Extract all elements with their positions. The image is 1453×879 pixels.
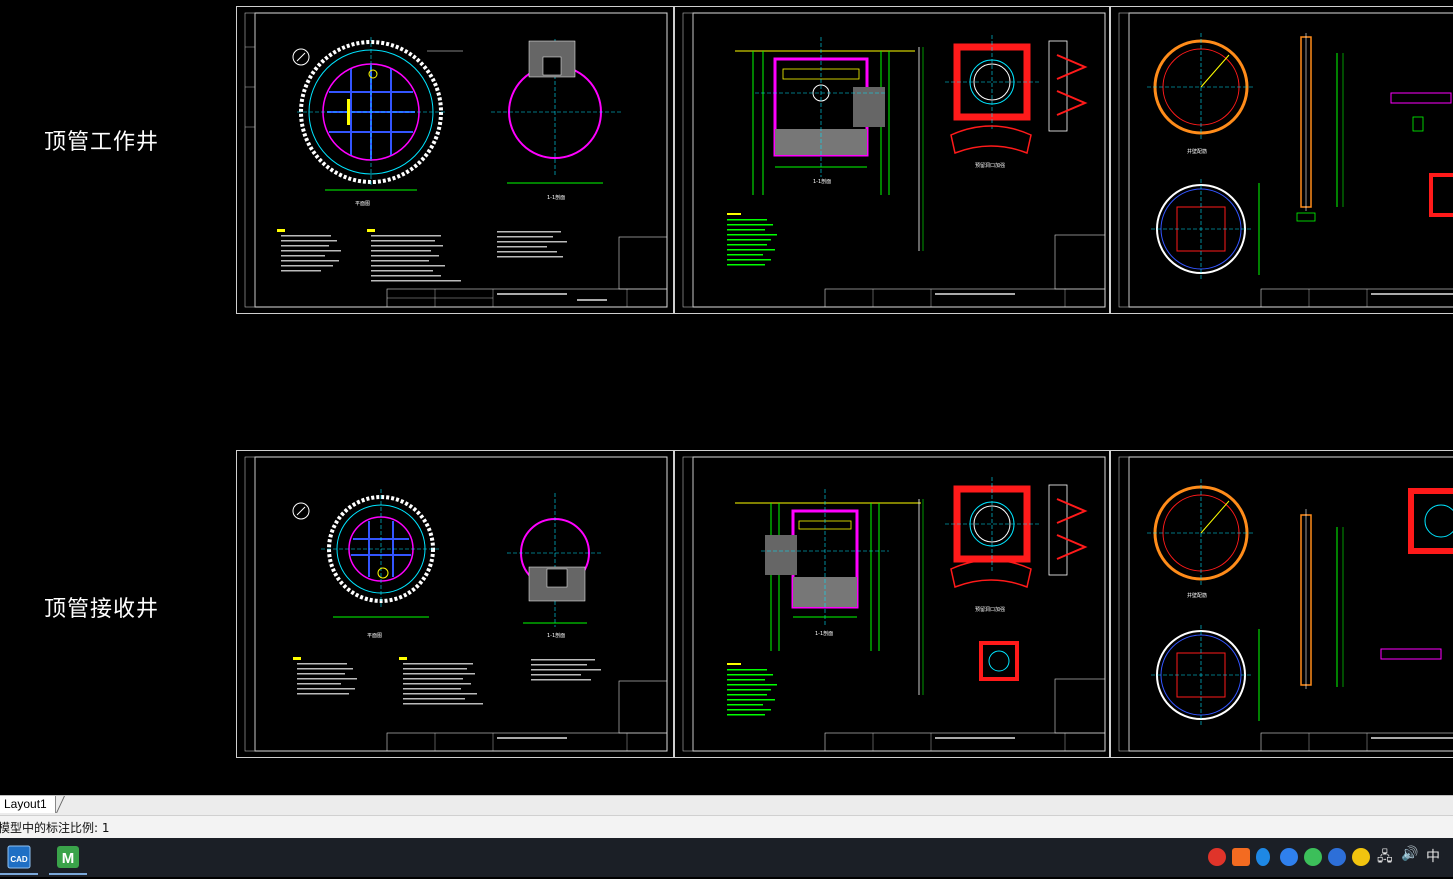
taskbar-maxthon-app[interactable]: M: [49, 840, 87, 875]
active-app-indicator: [0, 873, 38, 875]
drawing-sheet-1-plan[interactable]: 平面图 1-1剖面: [236, 6, 674, 314]
bluetooth-icon[interactable]: [1256, 848, 1270, 866]
svg-text:CAD: CAD: [10, 855, 28, 864]
plus-app-icon[interactable]: [1352, 848, 1370, 866]
maxthon-app-icon: M: [57, 846, 79, 868]
wechat-icon[interactable]: [1304, 848, 1322, 866]
annotation-scale-status: 模型中的标注比例: 1: [0, 821, 110, 835]
s-app-icon[interactable]: [1328, 848, 1346, 866]
svg-text:1-1剖面: 1-1剖面: [547, 632, 565, 639]
network-icon[interactable]: 🖧: [1377, 846, 1393, 870]
svg-text:井壁配筋: 井壁配筋: [1187, 148, 1207, 155]
svg-text:平面图: 平面图: [355, 201, 370, 207]
svg-text:预留洞口加强: 预留洞口加强: [975, 606, 1005, 613]
cad-drawing-canvas[interactable]: 顶管工作井 顶管接收井 平面图 1-1剖面 1-1剖面 预留洞口加强 井壁配筋 …: [0, 0, 1453, 795]
orange-app-icon[interactable]: [1232, 848, 1250, 866]
svg-text:预留洞口加强: 预留洞口加强: [975, 162, 1005, 169]
cad-app-icon: CAD: [7, 845, 31, 869]
svg-text:M: M: [62, 850, 75, 867]
active-app-indicator: [49, 873, 87, 875]
red-app-icon[interactable]: [1208, 848, 1226, 866]
status-bar: 模型中的标注比例: 1: [0, 815, 1453, 839]
drawing-sheet-2-section[interactable]: 1-1剖面 预留洞口加强: [674, 450, 1110, 758]
drawing-sheet-1-reinforcement[interactable]: 井壁配筋: [1110, 6, 1453, 314]
drawing-sheet-2-plan[interactable]: 平面图 1-1剖面: [236, 450, 674, 758]
row-label-jacking-work-well: 顶管工作井: [44, 130, 160, 155]
drawing-sheet-1-section[interactable]: 1-1剖面 预留洞口加强: [674, 6, 1110, 314]
taskbar-cad-app[interactable]: CAD: [0, 840, 38, 875]
svg-text:井壁配筋: 井壁配筋: [1187, 592, 1207, 599]
windows-taskbar: CAD M 🖧 🔊 中: [0, 838, 1453, 877]
tab-layout1[interactable]: Layout1: [0, 796, 56, 813]
svg-text:1-1剖面: 1-1剖面: [813, 178, 831, 185]
svg-text:1-1剖面: 1-1剖面: [547, 194, 565, 201]
g-app-icon[interactable]: [1280, 848, 1298, 866]
layout-tab-bar: Layout1: [0, 795, 1453, 815]
row-label-jacking-receiving-well: 顶管接收井: [44, 597, 160, 622]
drawing-sheet-2-reinforcement[interactable]: 井壁配筋: [1110, 450, 1453, 758]
svg-text:1-1剖面: 1-1剖面: [815, 630, 833, 637]
volume-icon[interactable]: 🔊: [1401, 846, 1418, 862]
ime-indicator[interactable]: 中: [1426, 846, 1440, 866]
svg-text:平面图: 平面图: [367, 633, 382, 639]
